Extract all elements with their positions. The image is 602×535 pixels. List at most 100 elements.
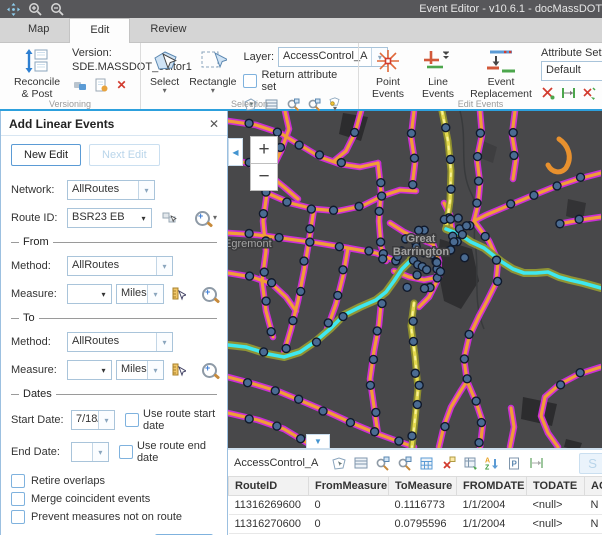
table-cell: 11316270600 xyxy=(229,515,309,534)
to-method-label: Method: xyxy=(11,336,63,348)
group-label-edit-events: Edit Events xyxy=(359,99,602,109)
table-sort-icon[interactable]: AZ xyxy=(485,456,500,471)
attribute-set-value: Default xyxy=(542,62,602,80)
to-measure-input[interactable]: ▾ xyxy=(67,360,112,380)
table-select-icon[interactable] xyxy=(331,456,346,471)
table-layer-name[interactable]: AccessControl_A xyxy=(234,457,318,469)
from-method-label: Method: xyxy=(11,260,63,272)
add-linear-events-panel: Add Linear Events ✕ New Edit Next Edit N… xyxy=(0,111,228,535)
from-measure-caret-icon: ▾ xyxy=(96,285,111,303)
point-events-button[interactable]: Point Events xyxy=(363,45,413,102)
merge-event-icon[interactable] xyxy=(582,85,596,100)
new-edit-button[interactable]: New Edit xyxy=(11,144,81,166)
route-id-value: BSR23 EB xyxy=(68,209,136,227)
to-unit-dropdown[interactable]: Miles ▾ xyxy=(116,360,164,380)
table-column-header[interactable]: TODATE xyxy=(527,477,585,496)
from-measure-input[interactable]: ▾ xyxy=(67,284,112,304)
from-measure-label: Measure: xyxy=(11,288,63,300)
rectangle-button[interactable]: Rectangle ▾ xyxy=(184,45,241,96)
table-clear-selection-icon[interactable] xyxy=(441,456,456,471)
delete-version-icon[interactable]: ✕ xyxy=(114,77,129,92)
next-edit-button[interactable]: Next Edit xyxy=(89,144,160,166)
use-route-end-date-checkbox[interactable] xyxy=(119,445,133,459)
pan-icon[interactable] xyxy=(6,2,20,16)
retire-overlaps-checkbox[interactable] xyxy=(11,474,25,488)
end-date-caret-icon: ▾ xyxy=(92,443,108,461)
event-replacement-button[interactable]: Event Replacement xyxy=(463,45,539,102)
route-id-dropdown[interactable]: BSR23 EB ▾ xyxy=(67,208,152,228)
reconcile-post-button[interactable]: Reconcile & Post xyxy=(4,45,70,102)
split-event-icon[interactable] xyxy=(541,85,555,100)
tab-review[interactable]: Review xyxy=(130,18,206,42)
from-measure-on-map-icon[interactable] xyxy=(172,287,186,302)
group-label-selection: Selection xyxy=(141,99,358,109)
layer-label: Layer: xyxy=(243,51,274,63)
table-cell: <null> xyxy=(527,515,585,534)
table-column-header[interactable]: FROMDATE xyxy=(457,477,527,496)
zoom-out-icon[interactable] xyxy=(50,2,64,16)
attribute-set-label: Attribute Set: xyxy=(541,47,596,59)
ribbon: Reconcile & Post Version: SDE.MASSDOT_ed… xyxy=(0,43,602,111)
map-zoom-out-button[interactable]: − xyxy=(250,163,278,191)
to-measure-caret-icon: ▾ xyxy=(96,361,111,379)
collapse-table-button[interactable]: ▼ xyxy=(306,434,330,448)
table-add-row-icon[interactable] xyxy=(463,456,478,471)
use-route-start-date-checkbox[interactable] xyxy=(125,413,139,427)
to-zoom-icon[interactable]: + xyxy=(202,363,217,378)
table-cell: <null> xyxy=(527,496,585,515)
close-panel-icon[interactable]: ✕ xyxy=(209,117,219,131)
to-method-dropdown[interactable]: AllRoutes ▾ xyxy=(67,332,173,352)
map-zoom-in-button[interactable]: + xyxy=(250,136,278,164)
return-attribute-set-label: Return attribute set xyxy=(261,69,352,93)
attribute-set-dropdown[interactable]: Default ▾ xyxy=(541,61,602,81)
tab-edit[interactable]: Edit xyxy=(69,18,130,43)
prevent-measures-checkbox[interactable] xyxy=(11,510,25,524)
route-id-caret-icon: ▾ xyxy=(136,209,151,227)
select-route-on-map-icon[interactable] xyxy=(162,211,177,226)
network-value: AllRoutes xyxy=(68,181,138,199)
table-column-header[interactable]: AC xyxy=(585,477,602,496)
table-row[interactable]: 1131626960000.11167731/1/2004<null>N xyxy=(229,496,602,515)
titlebar: Event Editor - v10.6.1 - docMassDOTN xyxy=(0,0,602,18)
end-date-input[interactable]: ▾ xyxy=(71,442,109,462)
select-button[interactable]: Select ▾ xyxy=(145,45,184,96)
table-row[interactable]: 1131627060000.07955961/1/2004<null>N xyxy=(229,515,602,534)
map-viewport[interactable]: EgremontGreatBarrington ◀ + − ▼ xyxy=(228,111,602,448)
return-attribute-set-checkbox[interactable] xyxy=(243,74,257,88)
table-column-header[interactable]: RouteID xyxy=(229,477,309,496)
table-zoom-selected-icon[interactable] xyxy=(375,456,390,471)
table-calculate-icon[interactable] xyxy=(419,456,434,471)
start-date-input[interactable]: 7/18/ ▾ xyxy=(71,410,115,430)
table-pan-selected-icon[interactable] xyxy=(397,456,412,471)
zoom-in-icon[interactable] xyxy=(28,2,42,16)
table-list-icon[interactable] xyxy=(353,456,368,471)
table-column-header[interactable]: ToMeasure xyxy=(389,477,457,496)
to-measure-on-map-icon[interactable] xyxy=(172,363,186,378)
collapse-panel-left-button[interactable]: ◀ xyxy=(228,138,243,166)
table-report-icon[interactable]: P xyxy=(507,456,522,471)
line-events-button[interactable]: Line Events xyxy=(413,45,463,102)
event-replacement-label: Event Replacement xyxy=(468,76,534,100)
network-dropdown[interactable]: AllRoutes ▾ xyxy=(67,180,155,200)
from-zoom-icon[interactable]: + xyxy=(202,287,217,302)
merge-coincident-events-checkbox[interactable] xyxy=(11,492,25,506)
route-id-label: Route ID: xyxy=(11,212,63,224)
change-version-icon[interactable] xyxy=(72,77,87,92)
new-version-icon[interactable] xyxy=(93,77,108,92)
table-cell: 11316269600 xyxy=(229,496,309,515)
table-measure-icon[interactable] xyxy=(529,456,544,471)
event-editor-window: Event Editor - v10.6.1 - docMassDOTN Map… xyxy=(0,0,602,535)
tab-map[interactable]: Map xyxy=(8,18,69,42)
table-column-header[interactable]: FromMeasure xyxy=(309,477,389,496)
map-canvas[interactable]: EgremontGreatBarrington xyxy=(228,111,601,448)
table-disabled-button[interactable]: S xyxy=(579,453,602,474)
from-method-value: AllRoutes xyxy=(68,257,156,275)
from-method-dropdown[interactable]: AllRoutes ▾ xyxy=(67,256,173,276)
measure-event-icon[interactable] xyxy=(561,85,576,100)
svg-text:A: A xyxy=(485,458,490,465)
route-zoom-tool[interactable]: + ▾ xyxy=(195,211,217,226)
select-caret-icon: ▾ xyxy=(163,88,167,94)
from-unit-dropdown[interactable]: Miles ▾ xyxy=(116,284,164,304)
event-replacement-icon xyxy=(484,47,518,75)
table-toolbar: AccessControl_A xyxy=(228,450,602,476)
